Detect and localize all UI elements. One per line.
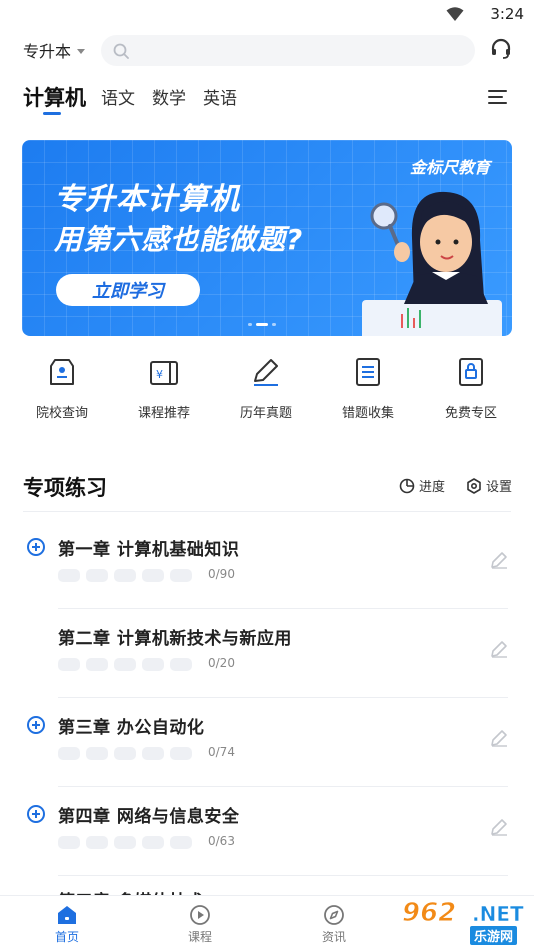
- status-time: 3:24: [490, 5, 524, 23]
- subject-tabs: 计算机 语文 数学 英语: [0, 80, 534, 120]
- chapter-count: 0/74: [208, 745, 235, 759]
- edit-pencil-icon[interactable]: [490, 818, 508, 836]
- chapter-progress-pills: [58, 747, 192, 760]
- chapter-item[interactable]: 第五章 多媒体技术: [0, 887, 534, 912]
- banner-subline: 用第六感也能做题?: [54, 223, 304, 256]
- nav-label: 资讯: [321, 930, 346, 944]
- site-watermark: 962 .NET 乐游网: [401, 898, 528, 945]
- quick-entry-label: 错题收集: [341, 406, 394, 421]
- pagination-dot[interactable]: [272, 323, 276, 326]
- tab-computer[interactable]: 计算机: [23, 82, 86, 112]
- headset-icon[interactable]: [490, 38, 512, 60]
- progress-button[interactable]: 进度: [399, 476, 445, 495]
- chapter-item[interactable]: 第二章 计算机新技术与新应用 0/20: [0, 620, 534, 709]
- top-header: 专升本: [0, 32, 534, 70]
- tab-chinese[interactable]: 语文: [101, 84, 135, 109]
- nav-news[interactable]: 资讯: [294, 902, 374, 945]
- quick-entry-free-zone[interactable]: 免费专区: [421, 352, 521, 421]
- pie-chart-icon: [399, 478, 415, 493]
- wifi-icon: [446, 7, 464, 21]
- play-circle-icon: [190, 905, 210, 925]
- nav-home[interactable]: 首页: [27, 902, 107, 945]
- chapter-count: 0/20: [208, 656, 235, 670]
- tab-math[interactable]: 数学: [152, 84, 186, 109]
- promo-banner[interactable]: 金标尺教育 专升本计算机 用第六感也能做题? 立即学习: [22, 140, 512, 336]
- section-divider: [23, 511, 511, 512]
- chapter-item[interactable]: 第三章 办公自动化 0/74: [0, 709, 534, 798]
- active-tab-indicator: [43, 112, 61, 115]
- menu-icon[interactable]: [488, 89, 508, 105]
- chapter-title: 第二章 计算机新技术与新应用: [58, 629, 292, 649]
- quick-entry-past-exams[interactable]: 历年真题: [216, 352, 316, 421]
- banner-cta-button[interactable]: 立即学习: [56, 274, 200, 306]
- pagination-dot[interactable]: [248, 323, 252, 326]
- watermark-suffix: .NET: [472, 902, 524, 927]
- chapter-title: 第三章 办公自动化: [58, 718, 205, 738]
- edit-pencil-icon[interactable]: [490, 729, 508, 747]
- quick-entry-school-search[interactable]: 院校查询: [12, 352, 112, 421]
- nav-label: 课程: [187, 930, 212, 944]
- nav-label: 首页: [54, 930, 79, 944]
- banner-brand: 金标尺教育: [409, 158, 490, 177]
- lock-document-icon: [459, 358, 483, 386]
- school-badge-icon: [50, 359, 74, 385]
- quick-entry-grid: 院校查询 ¥ 课程推荐 历年真题 错题收集 免费专区: [0, 352, 534, 428]
- expand-plus-icon[interactable]: [26, 537, 46, 557]
- chapter-title: 第一章 计算机基础知识: [58, 540, 240, 560]
- tab-english[interactable]: 英语: [203, 84, 237, 109]
- settings-button[interactable]: 设置: [466, 476, 512, 495]
- progress-label: 进度: [419, 480, 446, 495]
- edit-pencil-icon[interactable]: [490, 551, 508, 569]
- edit-pencil-icon[interactable]: [490, 640, 508, 658]
- chapter-progress-pills: [58, 658, 192, 671]
- chapter-item[interactable]: 第一章 计算机基础知识 0/90: [0, 531, 534, 620]
- quick-entry-label: 课程推荐: [137, 406, 190, 421]
- expand-plus-icon[interactable]: [26, 804, 46, 824]
- banner-headline: 专升本计算机: [54, 182, 240, 217]
- row-divider: [58, 786, 508, 787]
- course-book-icon: ¥: [150, 361, 178, 385]
- category-selector[interactable]: 专升本: [23, 38, 86, 62]
- banner-pagination: [248, 323, 276, 326]
- chapter-count: 0/90: [208, 567, 235, 581]
- settings-label: 设置: [486, 480, 513, 495]
- teacher-illustration: [362, 191, 502, 336]
- pagination-dot-active[interactable]: [256, 323, 268, 326]
- row-divider: [58, 697, 508, 698]
- section-title: 专项练习: [23, 476, 107, 500]
- home-icon: [58, 906, 76, 924]
- category-label: 专升本: [23, 42, 72, 61]
- chapter-item[interactable]: 第四章 网络与信息安全 0/63: [0, 798, 534, 887]
- quick-entry-label: 免费专区: [444, 406, 497, 421]
- chapter-progress-pills: [58, 836, 192, 849]
- caret-down-icon: [77, 48, 86, 54]
- chapter-progress-pills: [58, 569, 192, 582]
- search-bar[interactable]: [101, 35, 475, 66]
- practice-section-header: 专项练习 进度 设置: [0, 468, 534, 504]
- search-icon: [113, 43, 129, 59]
- quick-entry-course-recommend[interactable]: ¥ 课程推荐: [114, 352, 214, 421]
- status-bar: 3:24: [0, 0, 534, 28]
- quick-entry-label: 院校查询: [35, 406, 88, 421]
- watermark-number: 962: [401, 898, 457, 929]
- svg-text:¥: ¥: [156, 368, 163, 381]
- watermark-site: 乐游网: [470, 926, 518, 945]
- chapter-title: 第四章 网络与信息安全: [58, 807, 240, 827]
- row-divider: [58, 875, 508, 876]
- search-input[interactable]: [137, 42, 457, 59]
- chapter-count: 0/63: [208, 834, 235, 848]
- list-document-icon: [356, 358, 380, 386]
- expand-plus-icon[interactable]: [26, 715, 46, 735]
- compass-icon: [324, 905, 344, 925]
- nav-courses[interactable]: 课程: [160, 902, 240, 945]
- settings-icon: [467, 477, 481, 494]
- quick-entry-label: 历年真题: [239, 406, 292, 421]
- pencil-exam-icon: [254, 359, 278, 386]
- quick-entry-wrong-questions[interactable]: 错题收集: [318, 352, 418, 421]
- row-divider: [58, 608, 508, 609]
